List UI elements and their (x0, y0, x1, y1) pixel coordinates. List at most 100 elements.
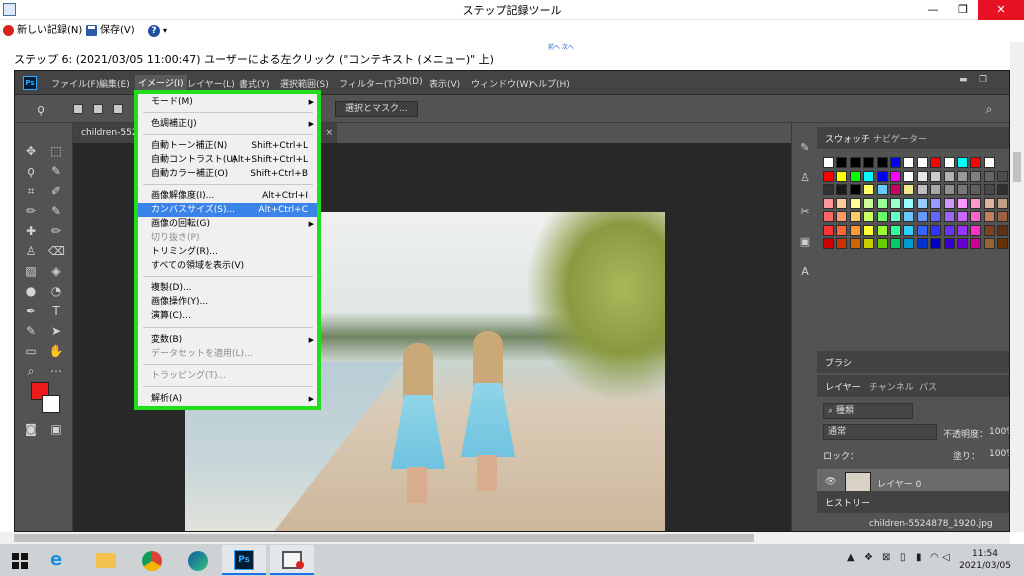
layer-visibility-icon[interactable]: 👁 (825, 477, 836, 487)
swatch[interactable] (957, 224, 968, 236)
swatch[interactable] (890, 197, 901, 209)
pen-tool-icon[interactable]: ✒ (23, 303, 39, 319)
swatch[interactable] (957, 211, 968, 222)
tab-history[interactable]: ヒストリー (825, 496, 870, 509)
swatch[interactable] (823, 211, 834, 222)
path-select-icon[interactable]: ✎ (23, 323, 39, 339)
swatch[interactable] (836, 224, 848, 236)
gradient-tool-icon[interactable]: ▧ (23, 263, 39, 279)
swatch[interactable] (943, 157, 955, 168)
swatch[interactable] (930, 238, 942, 249)
marquee-tool-icon[interactable]: ⬚ (48, 143, 64, 159)
swatch[interactable] (876, 170, 888, 182)
swatch[interactable] (997, 224, 1009, 236)
taskbar-chrome[interactable] (130, 545, 174, 575)
swatch[interactable] (849, 211, 861, 222)
swatch[interactable] (863, 211, 875, 222)
swatch[interactable] (943, 238, 955, 249)
swatch[interactable] (970, 184, 982, 195)
swatch[interactable] (903, 157, 915, 168)
background-color-swatch[interactable] (42, 395, 60, 413)
swatch[interactable] (849, 224, 861, 236)
tool-presets-icon[interactable]: ✂ (798, 205, 812, 219)
ps-minimize-icon[interactable]: ▬ (959, 75, 968, 85)
swatch[interactable] (903, 184, 915, 195)
horizontal-scrollbar[interactable] (0, 532, 1010, 544)
swatch[interactable] (876, 238, 888, 249)
swatch[interactable] (970, 224, 982, 236)
swatch[interactable] (957, 238, 968, 249)
ps-menu-select[interactable]: 選択範囲(S) (280, 77, 329, 90)
type-tool-icon[interactable]: T (48, 303, 64, 319)
swatch[interactable] (943, 184, 955, 195)
zoom-tool-icon[interactable]: ⌕ (23, 363, 39, 379)
tray-volume-icon[interactable]: ◁ (942, 552, 950, 563)
swatch[interactable] (983, 211, 995, 222)
swatch[interactable] (863, 170, 875, 182)
brush-tool-icon[interactable]: ✏ (23, 203, 39, 219)
taskbar-ie[interactable]: e (38, 545, 82, 575)
step-nav-links[interactable]: 前へ 次へ (548, 42, 574, 51)
taskbar-photoshop[interactable]: Ps (222, 545, 266, 575)
swatch[interactable] (903, 238, 915, 249)
tab-navigator[interactable]: ナビゲーター (873, 132, 927, 145)
swatch[interactable] (930, 197, 942, 209)
swatch[interactable] (943, 197, 955, 209)
swatch[interactable] (943, 170, 955, 182)
stamp-tool-icon[interactable]: ♙ (23, 243, 39, 259)
tab-brush[interactable]: ブラシ (825, 356, 852, 369)
bucket-tool-icon[interactable]: ◈ (48, 263, 64, 279)
add-selection-icon[interactable] (93, 104, 103, 114)
swatch[interactable] (983, 224, 995, 236)
swatch[interactable] (983, 157, 995, 168)
ps-menu-3d[interactable]: 3D(D) (396, 77, 423, 87)
tray-network-icon[interactable]: ⊠ (882, 552, 890, 563)
ps-menu-help[interactable]: ヘルプ(H) (529, 77, 570, 90)
swatch[interactable] (970, 197, 982, 209)
swatch[interactable] (957, 197, 968, 209)
swatch[interactable] (916, 184, 928, 195)
swatch[interactable] (876, 157, 888, 168)
swatch[interactable] (823, 184, 834, 195)
swatch[interactable] (863, 157, 875, 168)
tray-chevron-icon[interactable]: ▲ (847, 552, 855, 563)
swatch[interactable] (890, 170, 901, 182)
move-tool-icon[interactable]: ✥ (23, 143, 39, 159)
layer-filter-select[interactable]: ⌕ 種類 (823, 403, 913, 419)
swatch[interactable] (863, 197, 875, 209)
swatch[interactable] (970, 238, 982, 249)
blur-tool-icon[interactable]: ● (23, 283, 39, 299)
swatch[interactable] (890, 224, 901, 236)
swatch[interactable] (970, 211, 982, 222)
shape-tool-icon[interactable]: ▭ (23, 343, 39, 359)
swatch[interactable] (836, 184, 848, 195)
swatch[interactable] (957, 170, 968, 182)
swatch[interactable] (849, 238, 861, 249)
character-icon[interactable]: A (798, 265, 812, 279)
tab-paths[interactable]: パス (919, 380, 937, 393)
healing-tool-icon[interactable]: ✚ (23, 223, 39, 239)
properties-icon[interactable]: ▣ (798, 235, 812, 249)
minimize-button[interactable]: — (918, 0, 948, 20)
swatch[interactable] (849, 157, 861, 168)
taskbar-steps-recorder[interactable] (270, 545, 314, 575)
swatch[interactable] (997, 170, 1009, 182)
swatch[interactable] (890, 157, 901, 168)
swatch[interactable] (876, 197, 888, 209)
swatch[interactable] (903, 224, 915, 236)
taskbar-edge[interactable] (176, 545, 220, 575)
swatch[interactable] (863, 184, 875, 195)
quick-mask-icon[interactable]: ◙ (23, 421, 39, 437)
swatch[interactable] (903, 197, 915, 209)
eyedropper-icon[interactable]: ✐ (48, 183, 64, 199)
pencil-tool-icon[interactable]: ✎ (48, 203, 64, 219)
crop-tool-icon[interactable]: ⌗ (23, 183, 39, 199)
dodge-tool-icon[interactable]: ◔ (48, 283, 64, 299)
swatch[interactable] (970, 170, 982, 182)
swatch[interactable] (957, 157, 968, 168)
document-tab-close-icon[interactable]: × (325, 123, 333, 143)
swatch[interactable] (890, 211, 901, 222)
history-item[interactable]: children-5524878_1920.jpg (869, 519, 993, 529)
swatch[interactable] (823, 157, 834, 168)
swatch[interactable] (849, 184, 861, 195)
